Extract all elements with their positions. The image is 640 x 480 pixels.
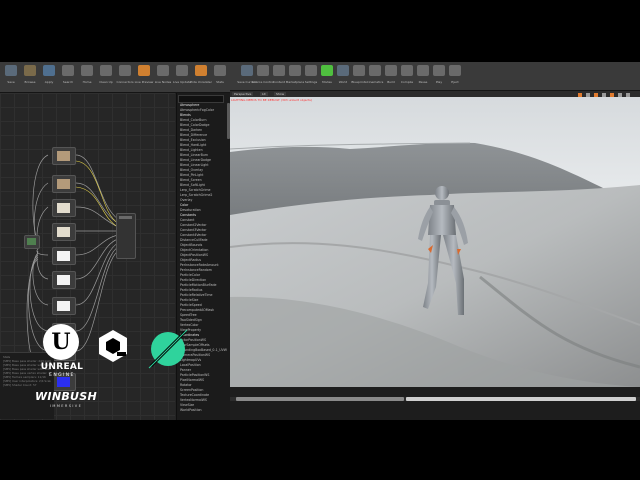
show-toggle[interactable]: Show (274, 92, 287, 96)
material-toolbar-button-7[interactable]: Live Preview (135, 64, 153, 90)
winbush-wordmark: WINBUSH (35, 390, 97, 403)
unreal-u-glyph: U (51, 329, 71, 355)
material-toolbar-button-label: Stats (216, 80, 224, 84)
perspective-toggle[interactable]: Perspective (232, 92, 254, 96)
level-toolbar-tool-icon (449, 65, 461, 76)
level-toolbar-button-13[interactable]: Eject (446, 64, 464, 90)
logos-overlay: U UNREAL ENGINE WINBUSH IMMERSIVE (35, 320, 205, 415)
material-toolbar-tool-icon (100, 65, 112, 76)
texture-sample-node[interactable] (52, 175, 76, 193)
level-toolbar-tool-icon (353, 65, 365, 76)
material-toolbar-button-9[interactable]: Live Update (173, 64, 191, 90)
material-toolbar-tool-icon (5, 65, 17, 76)
level-toolbar-tool-icon (257, 65, 269, 76)
level-toolbar-button-label: Eject (451, 80, 459, 84)
material-toolbar-button-4[interactable]: Home (78, 64, 96, 90)
level-editor-panel: Save Current Source Control Content Marketp… (230, 62, 640, 420)
level-toolbar-tool-icon (401, 65, 413, 76)
level-toolbar-tool-icon (321, 65, 333, 76)
material-output-node[interactable] (116, 213, 136, 259)
speedtree-logo (148, 329, 188, 369)
timeline-scrollbar-thumb[interactable] (406, 397, 636, 401)
material-toolbar-button-10[interactable]: Hide Unrelated (190, 64, 212, 90)
material-toolbar-button-1[interactable]: Browse (21, 64, 39, 90)
texture-sample-node[interactable] (52, 147, 76, 165)
material-toolbar-tool-icon (214, 65, 226, 76)
material-toolbar-button-0[interactable]: Save (2, 64, 20, 90)
level-toolbar-tool-icon (433, 65, 445, 76)
material-toolbar-button-3[interactable]: Search (59, 64, 77, 90)
material-toolbar-tool-icon (176, 65, 188, 76)
layer-blend-node[interactable] (24, 235, 40, 249)
quixel-logo (99, 330, 127, 362)
unreal-engine-subtitle: ENGINE (49, 373, 75, 378)
texture-sample-node[interactable] (52, 223, 76, 241)
material-toolbar-button-11[interactable]: Stats (211, 64, 229, 90)
texture-sample-node[interactable] (52, 297, 76, 315)
material-toolbar-tool-icon (43, 65, 55, 76)
level-toolbar-tool-icon (369, 65, 381, 76)
material-toolbar-tool-icon (81, 65, 93, 76)
lighting-warning: LIGHTING NEEDS TO BE REBUILT (303 unbuil… (231, 98, 313, 102)
level-editor-toolbar: Save Current Source Control Content Marketp… (230, 62, 640, 91)
material-toolbar-tool-icon (24, 65, 36, 76)
material-toolbar-button-2[interactable]: Apply (40, 64, 58, 90)
content-browser-strip (230, 387, 640, 420)
level-toolbar-tool-icon (417, 65, 429, 76)
material-editor-toolbar: Save Browse Apply Search Home Clean Up Connect… (0, 62, 230, 93)
level-toolbar-tool-icon (385, 65, 397, 76)
material-toolbar-tool-icon (62, 65, 74, 76)
landscape-scene (230, 142, 640, 387)
timeline-scrollbar-thumb[interactable] (236, 397, 404, 401)
texture-sample-node[interactable] (52, 247, 76, 265)
material-toolbar-tool-icon (157, 65, 169, 76)
texture-sample-node[interactable] (52, 271, 76, 289)
material-toolbar-tool-icon (138, 65, 150, 76)
lit-toggle[interactable]: Lit (260, 92, 268, 96)
level-toolbar-tool-icon (241, 65, 253, 76)
material-toolbar-tool-icon (119, 65, 131, 76)
level-toolbar-tool-icon (305, 65, 317, 76)
winbush-subtitle: IMMERSIVE (50, 404, 83, 408)
material-toolbar-tool-icon (195, 65, 207, 76)
level-toolbar-tool-icon (273, 65, 285, 76)
material-toolbar-button-5[interactable]: Clean Up (97, 64, 115, 90)
unreal-wordmark: UNREAL (40, 362, 84, 372)
level-toolbar-tool-icon (289, 65, 301, 76)
3d-viewport[interactable]: LIGHTING NEEDS TO BE REBUILT (303 unbuil… (230, 97, 640, 387)
material-toolbar-button-8[interactable]: Live Nodes (154, 64, 172, 90)
level-toolbar-tool-icon (337, 65, 349, 76)
texture-sample-node[interactable] (52, 199, 76, 217)
material-toolbar-button-6[interactable]: Connectors (116, 64, 134, 90)
palette-search-input[interactable] (178, 95, 224, 103)
